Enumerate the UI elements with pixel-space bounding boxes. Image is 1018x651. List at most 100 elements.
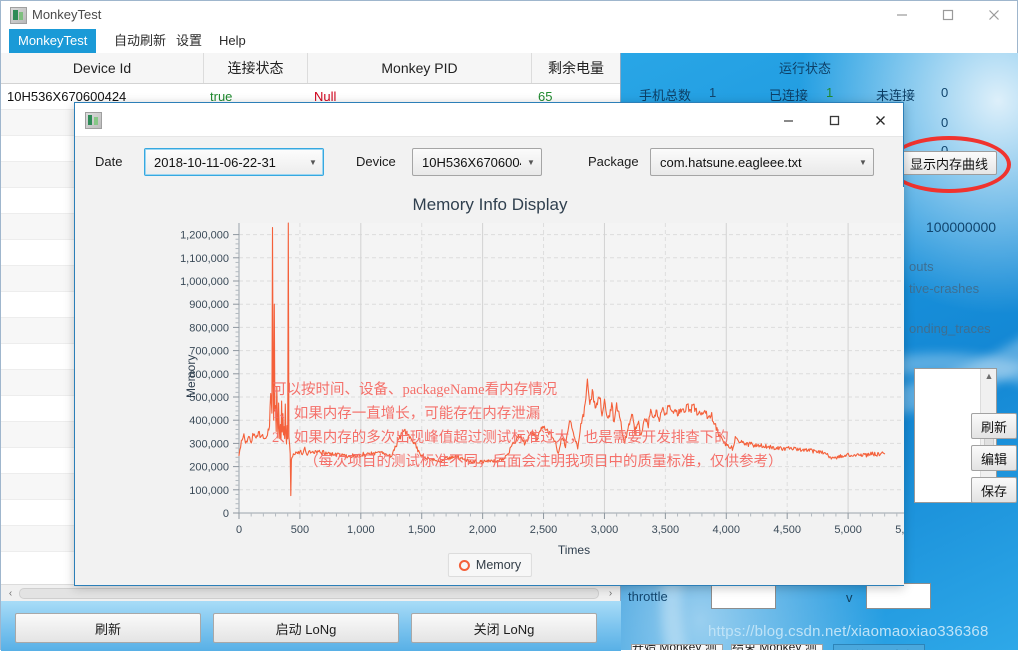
svg-text:3,000: 3,000	[591, 524, 619, 536]
throttle-label: throttle	[628, 589, 668, 604]
scrollbar-thumb[interactable]	[19, 588, 599, 599]
svg-text:1,000: 1,000	[347, 524, 375, 536]
svg-text:0: 0	[236, 524, 242, 536]
table-horizontal-scrollbar[interactable]: ‹ ›	[1, 584, 620, 601]
menu-item-monkeytest[interactable]: MonkeyTest	[9, 29, 97, 53]
table-header-row: Device Id 连接状态 Monkey PID 剩余电量	[1, 53, 620, 84]
watermark-url: https://blog.csdn.net/xiaomaoxiao336368	[708, 623, 989, 640]
svg-text:100,000: 100,000	[189, 485, 229, 497]
svg-text:1,100,000: 1,100,000	[180, 253, 229, 265]
package-dropdown-value: com.hatsune.eagleee.txt	[660, 154, 802, 170]
menu-bar: MonkeyTest 自动刷新 设置 Help	[1, 29, 1017, 53]
dialog-toolbar: Date 2018-10-11-06-22-31 ▼ Device 10H536…	[75, 137, 903, 187]
y-axis-label: Memory	[184, 354, 198, 398]
start-memory-record-button[interactable]: 开始记录内存	[833, 644, 925, 650]
dim-text-native-crashes: tive-crashes	[909, 281, 980, 296]
date-label: Date	[95, 154, 123, 169]
disconnected-value: 0	[941, 85, 949, 100]
svg-text:2,000: 2,000	[469, 524, 497, 536]
legend-marker-icon	[458, 559, 470, 571]
extra-value-1: 0	[941, 115, 949, 130]
date-dropdown-value: 2018-10-11-06-22-31	[154, 154, 276, 170]
device-dropdown[interactable]: 10H536X670600424 ▼	[412, 148, 542, 176]
stop-monkey-test-button[interactable]: 结束 Monkey 测试	[731, 644, 823, 650]
svg-text:5,500: 5,500	[895, 524, 904, 536]
svg-text:1,200,000: 1,200,000	[180, 230, 229, 242]
package-label: Package	[588, 154, 639, 169]
svg-text:1,500: 1,500	[408, 524, 436, 536]
dim-text-anr-traces: onding_traces	[909, 321, 991, 336]
main-bottom-bar: 刷新 启动 LoNg 关闭 LoNg	[1, 601, 621, 651]
legend-label-memory: Memory	[475, 558, 522, 572]
total-devices-value: 1	[709, 85, 717, 100]
svg-text:5,000: 5,000	[834, 524, 862, 536]
svg-text:800,000: 800,000	[189, 322, 229, 334]
memory-info-dialog: Date 2018-10-11-06-22-31 ▼ Device 10H536…	[74, 102, 904, 586]
scroll-left-icon[interactable]: ‹	[4, 587, 17, 600]
device-label: Device	[356, 154, 396, 169]
svg-text:400,000: 400,000	[189, 415, 229, 427]
dialog-close-icon[interactable]	[857, 103, 903, 137]
dialog-titlebar	[75, 103, 903, 137]
throttle-input[interactable]	[711, 583, 776, 609]
svg-text:2,500: 2,500	[530, 524, 558, 536]
chart-title: Memory Info Display	[412, 195, 568, 214]
package-dropdown[interactable]: com.hatsune.eagleee.txt ▼	[650, 148, 874, 176]
svg-text:300,000: 300,000	[189, 438, 229, 450]
chart-legend[interactable]: Memory	[447, 553, 533, 577]
scroll-up-icon[interactable]: ▲	[984, 371, 994, 381]
annotation-line-1: 可以按时间、设备、packageName看内存情况	[272, 382, 558, 398]
date-dropdown[interactable]: 2018-10-11-06-22-31 ▼	[144, 148, 324, 176]
chevron-down-icon: ▼	[527, 157, 535, 167]
svg-text:900,000: 900,000	[189, 299, 229, 311]
svg-text:4,000: 4,000	[713, 524, 741, 536]
annotation-line-4: （每次项目的测试标准不同，后面会注明我项目中的质量标准，仅供参考）	[304, 454, 783, 470]
svg-text:1,000,000: 1,000,000	[180, 276, 229, 288]
edit-side-button[interactable]: 编辑	[971, 445, 1017, 471]
app-icon	[10, 7, 27, 24]
annotation-line-2: 1、如果内存一直增长，可能存在内存泄漏	[272, 406, 541, 422]
svg-text:500: 500	[291, 524, 309, 536]
annotation-line-3: 2、如果内存的多次出现峰值超过测试标准过大，也是需要开发排查下的	[272, 430, 729, 446]
minimize-icon[interactable]	[879, 1, 925, 29]
save-side-button[interactable]: 保存	[971, 477, 1017, 503]
dialog-minimize-icon[interactable]	[765, 103, 811, 137]
main-window-controls	[879, 1, 1017, 29]
svg-text:0: 0	[223, 508, 229, 520]
menu-item-settings[interactable]: 设置	[167, 29, 211, 53]
column-header-monkey-pid[interactable]: Monkey PID	[308, 53, 532, 83]
throttle-separator: v	[846, 590, 853, 605]
svg-text:3,500: 3,500	[652, 524, 680, 536]
main-titlebar: MonkeyTest	[1, 1, 1017, 29]
menu-item-auto-refresh[interactable]: 自动刷新	[105, 29, 175, 53]
refresh-button[interactable]: 刷新	[15, 613, 201, 643]
column-header-battery[interactable]: 剩余电量	[532, 53, 620, 83]
memory-chart-panel: Memory Info Display 0 100,000 200,000 300,0…	[76, 187, 904, 585]
column-header-device-id[interactable]: Device Id	[1, 53, 204, 83]
show-memory-curve-button[interactable]: 显示内存曲线	[901, 151, 997, 175]
dialog-icon	[85, 112, 102, 129]
running-status-title: 运行状态	[779, 61, 832, 76]
stop-long-button[interactable]: 关闭 LoNg	[411, 613, 597, 643]
x-axis-label: Times	[557, 543, 591, 557]
connected-value: 1	[826, 85, 834, 100]
large-number-value: 100000000	[926, 219, 997, 235]
refresh-side-button[interactable]: 刷新	[971, 413, 1017, 439]
column-header-connection-status[interactable]: 连接状态	[204, 53, 308, 83]
maximize-icon[interactable]	[925, 1, 971, 29]
close-icon[interactable]	[971, 1, 1017, 29]
dim-text-outs: outs	[909, 259, 934, 274]
menu-item-help[interactable]: Help	[210, 29, 255, 53]
chevron-down-icon: ▼	[859, 157, 867, 167]
svg-text:200,000: 200,000	[189, 462, 229, 474]
throttle-input-2[interactable]	[866, 583, 931, 609]
dialog-maximize-icon[interactable]	[811, 103, 857, 137]
start-long-button[interactable]: 启动 LoNg	[213, 613, 399, 643]
start-monkey-test-button[interactable]: 开始 Monkey 测试	[631, 644, 723, 650]
dialog-window-controls	[765, 103, 903, 137]
chevron-down-icon: ▼	[309, 157, 317, 167]
scroll-right-icon[interactable]: ›	[604, 587, 617, 600]
svg-text:4,500: 4,500	[773, 524, 801, 536]
app-title: MonkeyTest	[32, 7, 102, 22]
device-dropdown-value: 10H536X670600424	[422, 154, 521, 170]
